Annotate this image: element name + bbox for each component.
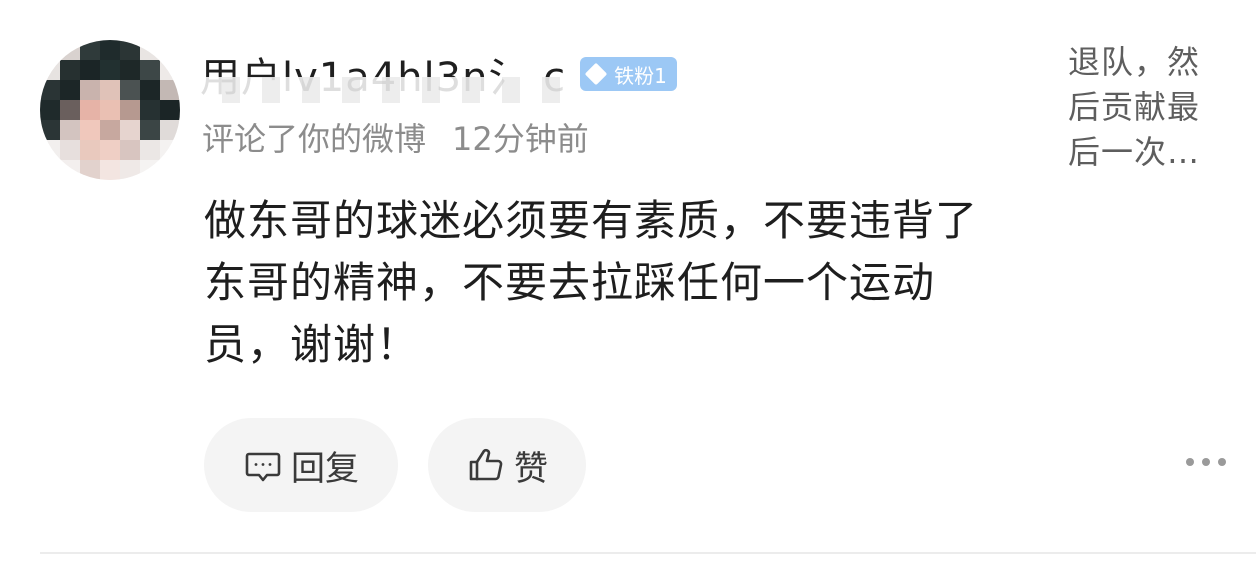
action-text: 评论了你的微博 [202,120,427,158]
reply-button[interactable]: 回复 [204,418,398,512]
more-dot [1202,458,1210,466]
username-redaction [200,77,567,103]
like-label: 赞 [514,448,548,489]
comment-icon [243,445,283,485]
thumbs-up-icon [466,445,506,485]
fan-badge[interactable]: 铁粉1 [580,57,677,91]
username[interactable]: 用户lv1a4hl3n氵 c [200,45,567,103]
more-icon[interactable] [1186,458,1226,466]
fan-badge-label: 铁粉1 [614,63,667,88]
diamond-icon [584,62,608,86]
more-dot [1218,458,1226,466]
avatar-image [40,40,180,180]
divider [40,552,1256,554]
username-row: 用户lv1a4hl3n氵 c 铁粉1 [200,42,677,106]
more-dot [1186,458,1194,466]
avatar[interactable] [40,40,180,180]
action-bar: 回复 赞 [204,418,586,512]
timestamp: 12分钟前 [452,120,589,158]
like-button[interactable]: 赞 [428,418,586,512]
quoted-post-preview[interactable]: 退队，然后贡献最后一次… [1068,40,1228,175]
comment-notification-card[interactable]: 用户lv1a4hl3n氵 c 铁粉1 评论了你的微博 12分钟前 做东哥的球迷必须… [0,0,1256,561]
reply-label: 回复 [291,448,359,489]
comment-meta: 评论了你的微博 12分钟前 [202,114,589,160]
comment-text: 做东哥的球迷必须要有素质，不要违背了东哥的精神，不要去拉踩任何一个运动员，谢谢！ [204,196,979,369]
